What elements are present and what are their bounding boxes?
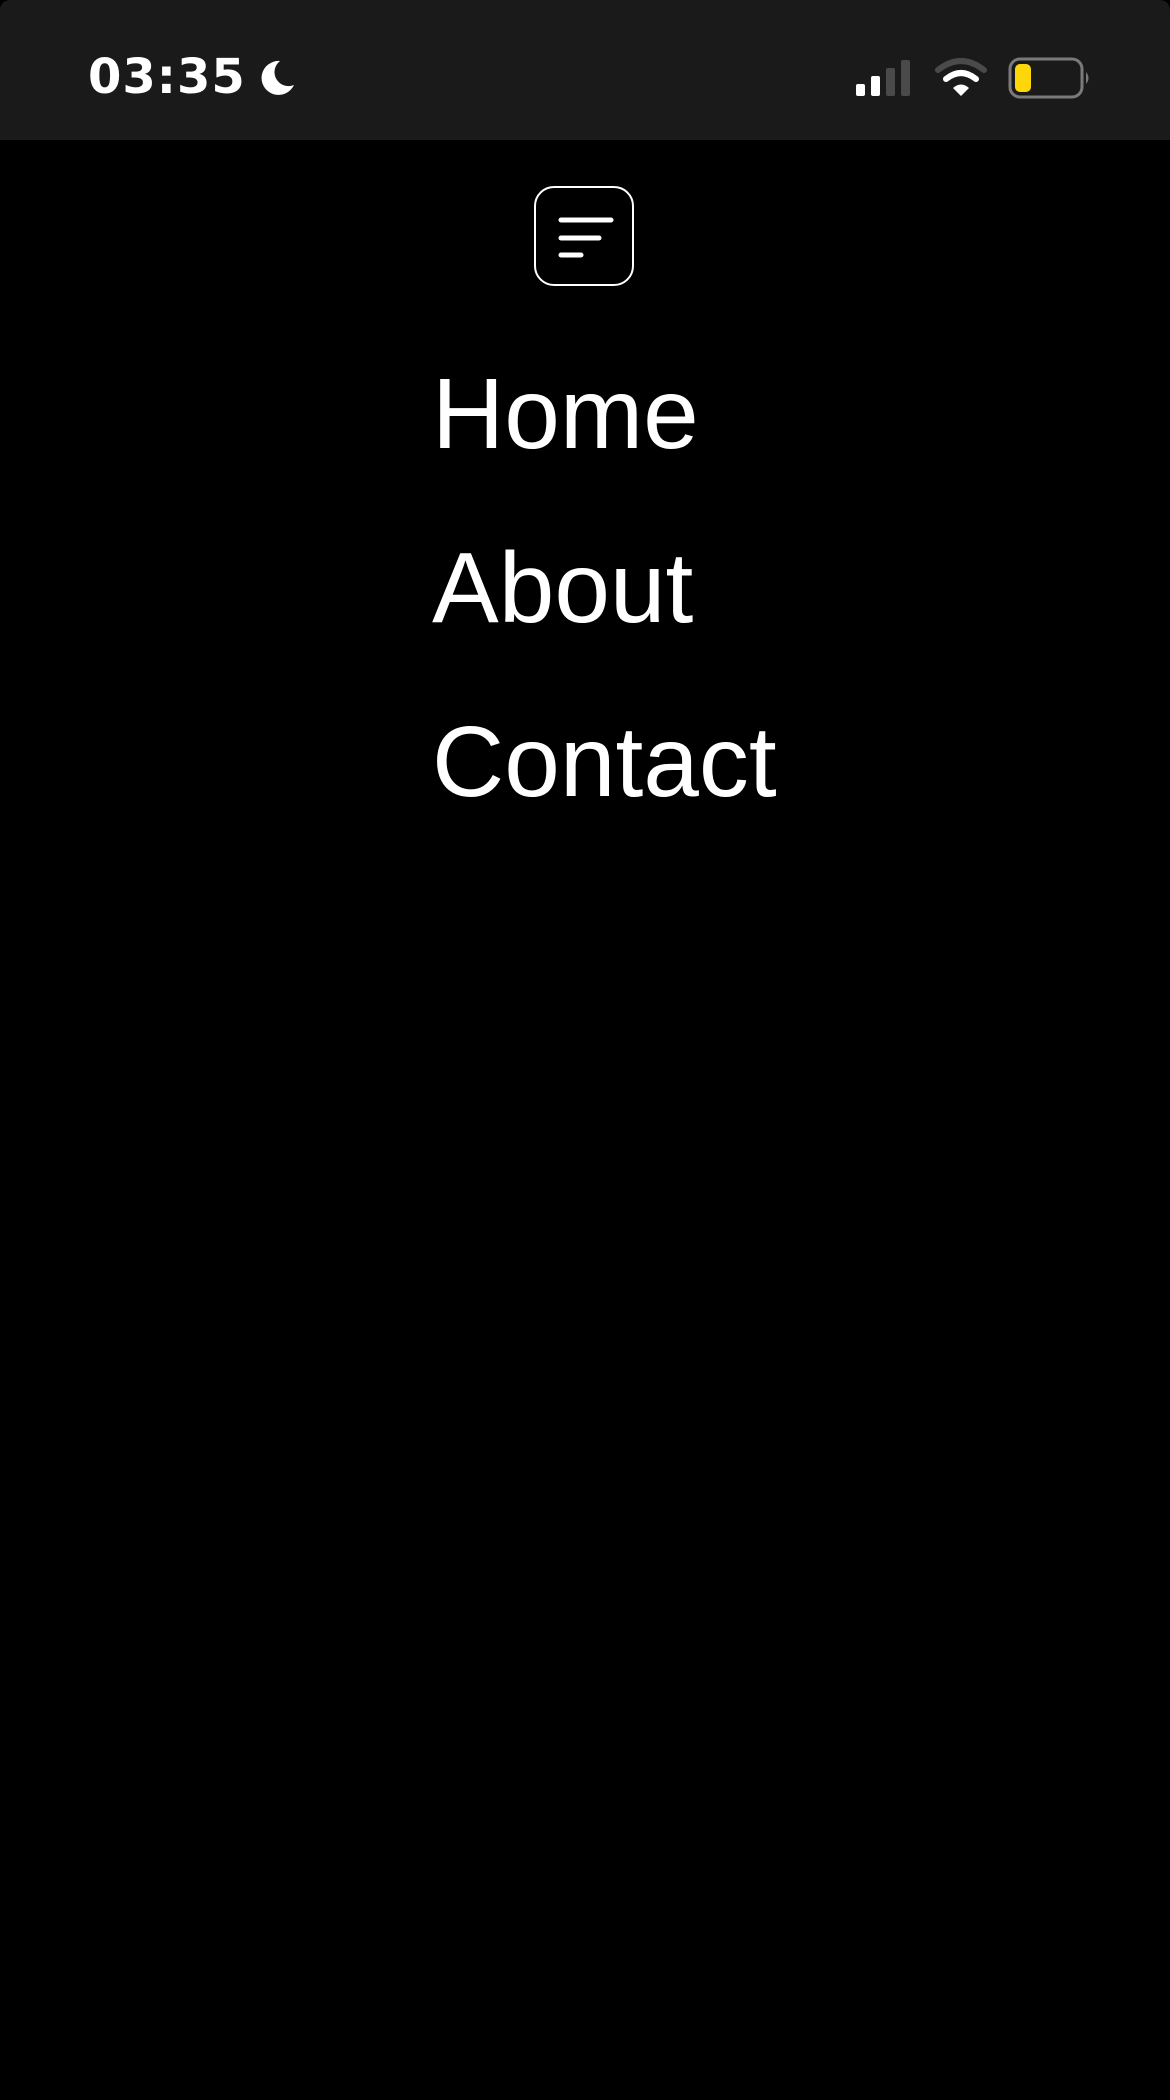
status-time: 03:35	[88, 49, 246, 105]
nav-link-about[interactable]: About	[432, 526, 777, 650]
battery-icon	[1008, 57, 1089, 99]
battery-level-fill	[1015, 64, 1031, 92]
nav-link-contact[interactable]: Contact	[432, 700, 777, 824]
nav-link-home[interactable]: Home	[432, 352, 777, 476]
nav-item-home: Home	[432, 352, 777, 526]
wifi-icon	[935, 58, 987, 96]
main-nav: Home About Contact	[432, 352, 777, 874]
cellular-signal-icon	[856, 60, 910, 96]
nav-item-about: About	[432, 526, 777, 700]
moon-icon	[261, 60, 294, 95]
menu-lines-icon	[558, 217, 614, 258]
menu-toggle-button[interactable]	[534, 186, 634, 286]
status-bar: 03:35	[0, 0, 1170, 140]
status-time-group: 03:35	[88, 46, 298, 108]
nav-item-contact: Contact	[432, 700, 777, 874]
